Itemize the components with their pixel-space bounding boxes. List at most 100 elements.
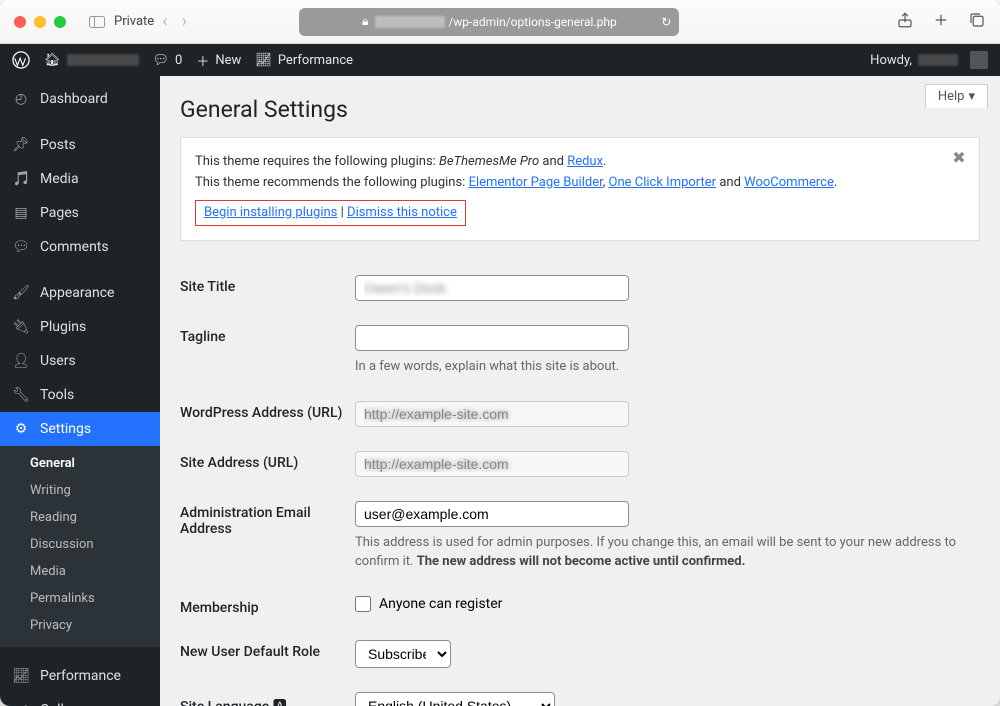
notice-actions-highlight: Begin installing plugins | Dismiss this …: [195, 200, 466, 227]
pin-icon: 📌︎: [12, 136, 30, 154]
comments-icon: 💬︎: [12, 238, 30, 256]
sidebar-label: Performance: [40, 668, 121, 684]
plugin-notice: ✖ This theme requires the following plug…: [180, 137, 980, 241]
redux-link[interactable]: Redux: [567, 154, 603, 169]
submenu-reading[interactable]: Reading: [0, 504, 160, 531]
sidebar-item-tools[interactable]: 🔧︎ Tools: [0, 378, 160, 412]
private-label: Private: [114, 14, 154, 29]
url-domain-redacted: [375, 16, 445, 28]
share-icon[interactable]: [896, 11, 914, 33]
dashboard-icon: ◴: [12, 90, 30, 108]
avatar: [970, 51, 988, 69]
submenu-privacy[interactable]: Privacy: [0, 612, 160, 639]
sidebar-label: Comments: [40, 239, 109, 255]
browser-titlebar: Private ‹ › 🔒︎ /wp-admin/options-general…: [0, 0, 1000, 44]
tabs-icon[interactable]: [968, 11, 986, 33]
settings-submenu: General Writing Reading Discussion Media…: [0, 446, 160, 647]
user-name-redacted: [918, 54, 958, 66]
sidebar-label: Users: [40, 353, 76, 369]
reload-icon[interactable]: ↻: [661, 15, 671, 29]
sidebar-icon[interactable]: [88, 13, 106, 31]
performance-link[interactable]: 📈︎Performance: [255, 53, 353, 68]
admin-email-label: Administration Email Address: [180, 501, 355, 537]
home-icon: 🏠︎: [44, 53, 61, 68]
sidebar-label: Settings: [40, 421, 91, 437]
sidebar-item-settings[interactable]: ⚙︎Settings: [0, 412, 160, 446]
plus-icon: ＋: [196, 51, 209, 70]
admin-email-desc: This address is used for admin purposes.…: [355, 533, 975, 572]
site-title-label: Site Title: [180, 275, 355, 295]
sidebar-collapse[interactable]: ◀Collapse menu: [0, 693, 160, 706]
help-tab[interactable]: Help▾: [925, 84, 988, 108]
begin-installing-link[interactable]: Begin installing plugins: [204, 205, 337, 220]
sidebar-item-pages[interactable]: ▤ Pages: [0, 196, 160, 230]
comments-link[interactable]: 💬︎0: [153, 53, 183, 68]
elementor-link[interactable]: Elementor Page Builder: [469, 175, 603, 190]
howdy-account[interactable]: Howdy,: [870, 51, 988, 69]
plugin-icon: 🔌︎: [12, 318, 30, 336]
tagline-label: Tagline: [180, 325, 355, 345]
pages-icon: ▤: [12, 204, 30, 222]
sidebar-item-appearance[interactable]: 🖌︎ Appearance: [0, 276, 160, 310]
anyone-register-label: Anyone can register: [379, 596, 502, 612]
submenu-media[interactable]: Media: [0, 558, 160, 585]
translate-icon: 🅰︎: [273, 699, 287, 706]
traffic-lights: [14, 16, 66, 28]
zoom-window-button[interactable]: [54, 16, 66, 28]
new-content-link[interactable]: ＋New: [196, 51, 241, 70]
importer-link[interactable]: One Click Importer: [609, 175, 717, 190]
gauge-icon: 📈︎: [12, 667, 30, 685]
sidebar-item-comments[interactable]: 💬︎ Comments: [0, 230, 160, 264]
membership-label: Membership: [180, 596, 355, 616]
default-role-label: New User Default Role: [180, 640, 355, 660]
site-language-label: Site Language 🅰︎: [180, 692, 355, 706]
sidebar-label: Pages: [40, 205, 79, 221]
sidebar-label: Tools: [40, 387, 74, 403]
sidebar-label: Dashboard: [40, 91, 108, 107]
wrench-icon: 🔧︎: [12, 386, 30, 404]
sidebar-item-dashboard[interactable]: ◴ Dashboard: [0, 82, 160, 116]
wp-url-input: [355, 401, 629, 427]
anyone-register-checkbox[interactable]: [355, 596, 371, 612]
sidebar-item-users[interactable]: 👤︎Users: [0, 344, 160, 378]
admin-email-input[interactable]: [355, 501, 629, 527]
site-language-select[interactable]: English (United States): [355, 692, 555, 706]
help-label: Help: [938, 89, 965, 104]
dismiss-notice-button[interactable]: ✖: [949, 148, 969, 168]
sidebar-item-plugins[interactable]: 🔌︎ Plugins: [0, 310, 160, 344]
url-path: /wp-admin/options-general.php: [448, 15, 616, 29]
submenu-general[interactable]: General: [0, 450, 160, 477]
sidebar-label: Plugins: [40, 319, 86, 335]
nav-back-button[interactable]: ‹: [162, 11, 167, 32]
nav-forward-button[interactable]: ›: [182, 11, 187, 32]
woocommerce-link[interactable]: WooCommerce: [744, 175, 834, 190]
tagline-input[interactable]: [355, 325, 629, 351]
submenu-writing[interactable]: Writing: [0, 477, 160, 504]
content-area: Help▾ General Settings ✖ This theme requ…: [160, 76, 1000, 706]
default-role-select[interactable]: Subscriber: [355, 640, 451, 668]
site-name-redacted: [67, 54, 139, 66]
brush-icon: 🖌︎: [12, 284, 30, 302]
sidebar-label: Appearance: [40, 285, 114, 301]
sidebar-item-performance[interactable]: 📈︎ Performance: [0, 659, 160, 693]
site-title-input[interactable]: [355, 275, 629, 301]
wp-url-label: WordPress Address (URL): [180, 401, 355, 421]
site-home-link[interactable]: 🏠︎: [44, 53, 139, 68]
sidebar-item-media[interactable]: 🎵︎ Media: [0, 162, 160, 196]
site-url-input: [355, 451, 629, 477]
new-tab-icon[interactable]: [932, 11, 950, 33]
url-bar[interactable]: 🔒︎ /wp-admin/options-general.php ↻: [299, 8, 679, 36]
admin-sidebar: ◴ Dashboard 📌︎Posts 🎵︎ Media ▤ Pages 💬︎ Comm…: [0, 76, 160, 706]
minimize-window-button[interactable]: [34, 16, 46, 28]
gauge-icon: 📈︎: [255, 53, 272, 68]
sidebar-label: Media: [40, 171, 79, 187]
dismiss-notice-link[interactable]: Dismiss this notice: [347, 205, 457, 220]
submenu-discussion[interactable]: Discussion: [0, 531, 160, 558]
wp-logo-icon[interactable]: [12, 51, 30, 69]
close-window-button[interactable]: [14, 16, 26, 28]
submenu-permalinks[interactable]: Permalinks: [0, 585, 160, 612]
sidebar-item-posts[interactable]: 📌︎Posts: [0, 128, 160, 162]
collapse-icon: ◀: [12, 701, 30, 706]
media-icon: 🎵︎: [12, 170, 30, 188]
site-url-label: Site Address (URL): [180, 451, 355, 471]
